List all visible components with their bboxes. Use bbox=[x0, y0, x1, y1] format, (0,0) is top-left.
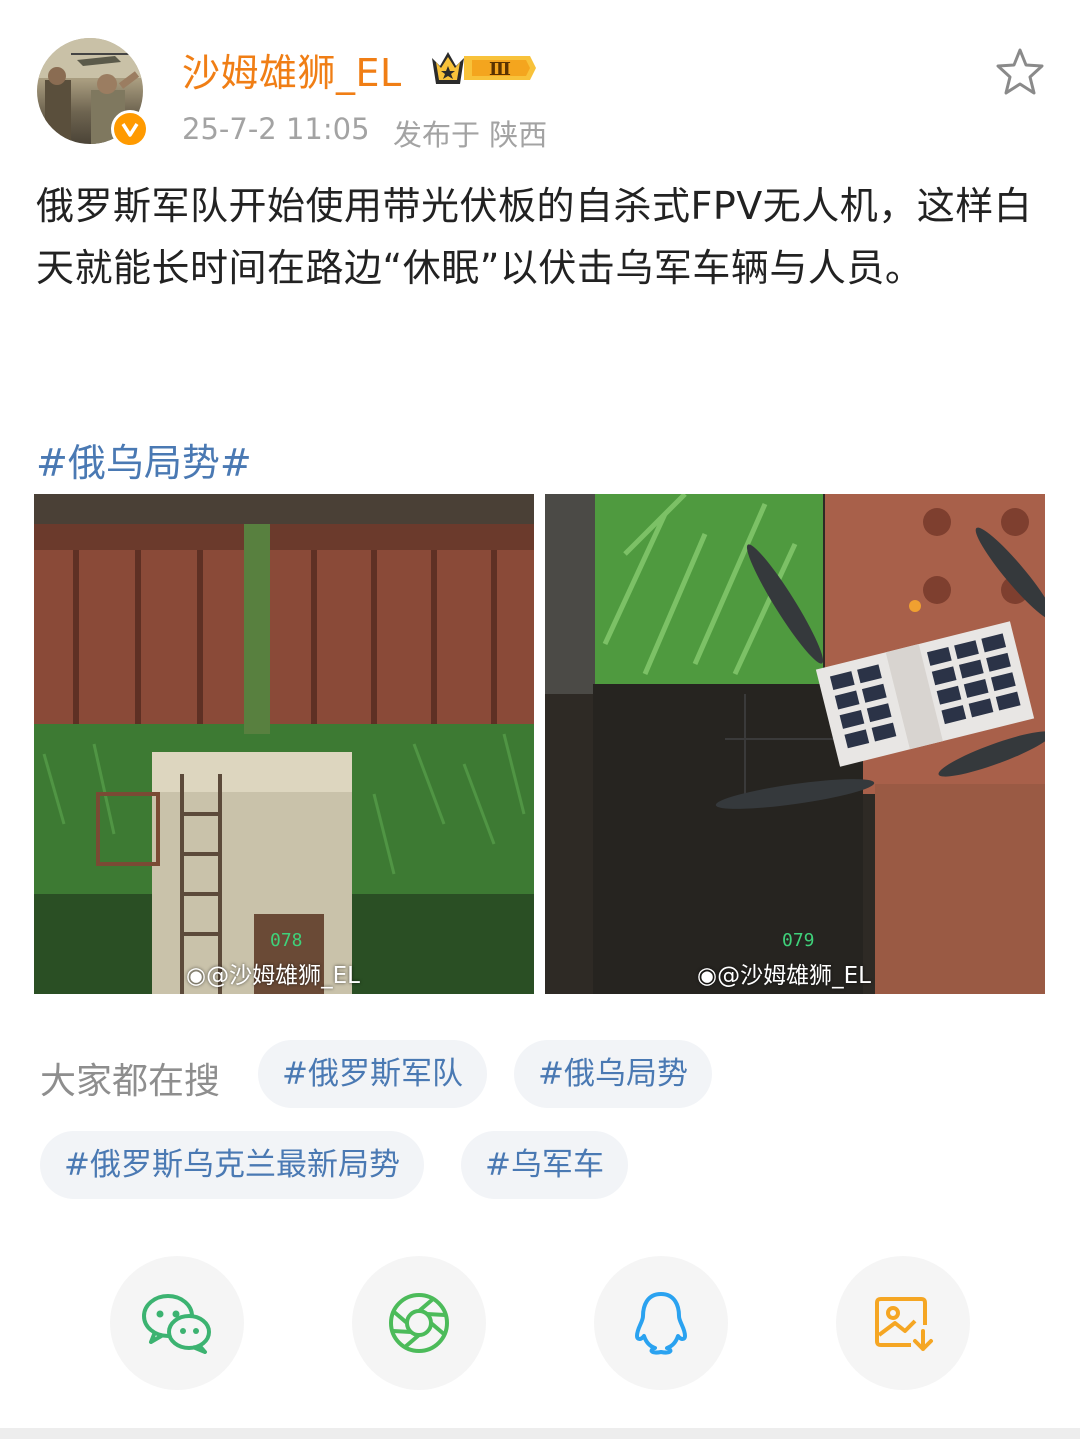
weibo-logo-icon: ◉ bbox=[697, 963, 718, 989]
post-hashtag-link[interactable]: #俄乌局势# bbox=[36, 432, 252, 487]
save-image-icon bbox=[875, 1297, 933, 1351]
post-header: 沙姆雄狮_EL Ⅲ 25-7-2 11:05 发布于 陕西 bbox=[0, 0, 1080, 160]
weibo-logo-icon: ◉ bbox=[186, 963, 207, 989]
qq-icon bbox=[635, 1292, 687, 1355]
username[interactable]: 沙姆雄狮_EL bbox=[182, 42, 402, 97]
post-time: 25-7-2 11:05 bbox=[182, 112, 370, 146]
post-image-drone[interactable] bbox=[545, 494, 1045, 994]
favorite-star-icon[interactable] bbox=[994, 46, 1046, 98]
frame-number: 079 bbox=[782, 930, 815, 951]
bottom-divider bbox=[0, 1428, 1080, 1439]
member-level-badge[interactable]: Ⅲ bbox=[430, 46, 538, 90]
trending-label: 大家都在搜 bbox=[40, 1061, 221, 1102]
share-qq-button[interactable] bbox=[594, 1256, 728, 1390]
verified-badge-icon bbox=[111, 110, 149, 148]
share-wechat-button[interactable] bbox=[110, 1256, 244, 1390]
trending-tag[interactable]: #俄罗斯军队 bbox=[258, 1040, 487, 1108]
share-moments-button[interactable] bbox=[352, 1256, 486, 1390]
image-watermark: ◉@沙姆雄狮_EL bbox=[697, 963, 871, 989]
trending-tag[interactable]: #乌军车 bbox=[461, 1131, 628, 1199]
post-text: 俄罗斯军队开始使用带光伏板的自杀式FPV无人机，这样白天就能长时间在路边“休眠”… bbox=[36, 184, 1033, 290]
moments-icon bbox=[389, 1293, 449, 1353]
post-location: 发布于 陕西 bbox=[393, 118, 548, 152]
level-badge-text: Ⅲ bbox=[489, 59, 511, 80]
frame-number: 078 bbox=[270, 930, 303, 951]
wechat-icon bbox=[142, 1294, 211, 1354]
save-image-button[interactable] bbox=[836, 1256, 970, 1390]
trending-tag[interactable]: #俄乌局势 bbox=[514, 1040, 712, 1108]
trending-tag[interactable]: #俄罗斯乌克兰最新局势 bbox=[40, 1131, 424, 1199]
image-watermark: ◉@沙姆雄狮_EL bbox=[186, 963, 360, 989]
post-image-bridge[interactable] bbox=[34, 494, 534, 994]
